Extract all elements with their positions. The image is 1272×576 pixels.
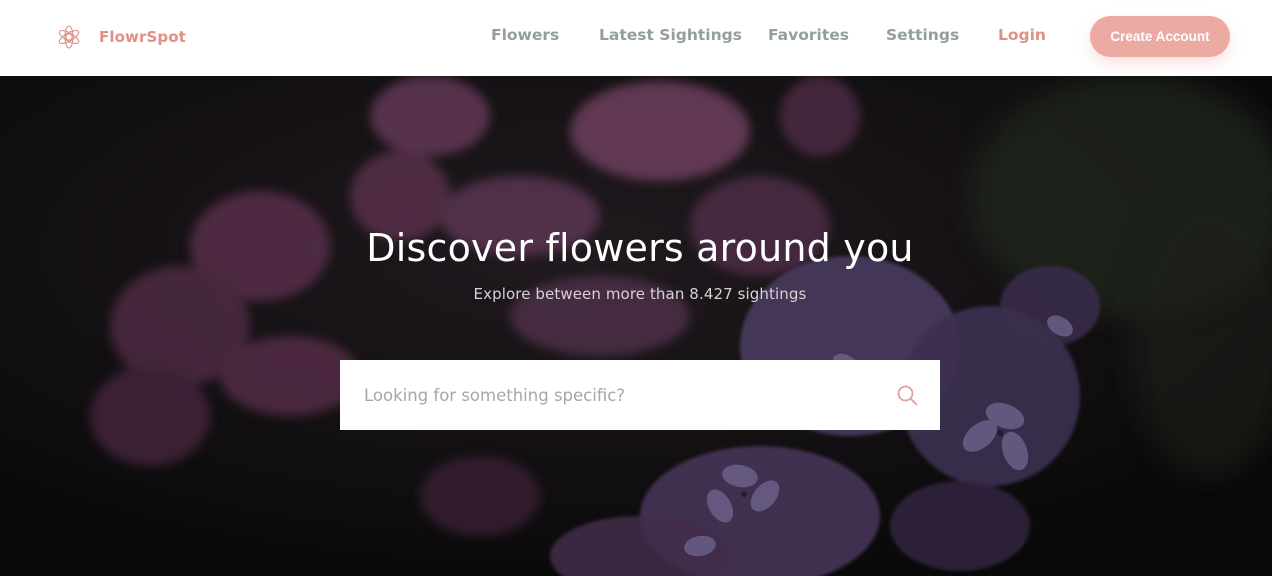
brand-name: FlowrSpot: [99, 28, 186, 46]
search-box: [340, 360, 940, 430]
top-navbar: FlowrSpot Flowers Latest Sightings Favor…: [0, 0, 1272, 76]
nav-item-latest-sightings[interactable]: Latest Sightings: [599, 26, 742, 44]
brand-logo-link[interactable]: FlowrSpot: [56, 22, 186, 52]
nav-item-favorites[interactable]: Favorites: [768, 26, 849, 44]
search-input[interactable]: [364, 385, 864, 405]
hero-title: Discover flowers around you: [366, 226, 914, 270]
hero-subtitle: Explore between more than 8.427 sighting…: [473, 285, 807, 303]
nav-item-settings[interactable]: Settings: [886, 26, 959, 44]
hero-section: Discover flowers around you Explore betw…: [0, 76, 1272, 576]
flower-logo-icon: [58, 25, 80, 49]
hero-overlay: [0, 76, 1272, 576]
search-icon[interactable]: [897, 385, 918, 406]
nav-item-flowers[interactable]: Flowers: [491, 26, 559, 44]
login-link[interactable]: Login: [998, 26, 1046, 44]
create-account-button[interactable]: Create Account: [1090, 16, 1230, 57]
